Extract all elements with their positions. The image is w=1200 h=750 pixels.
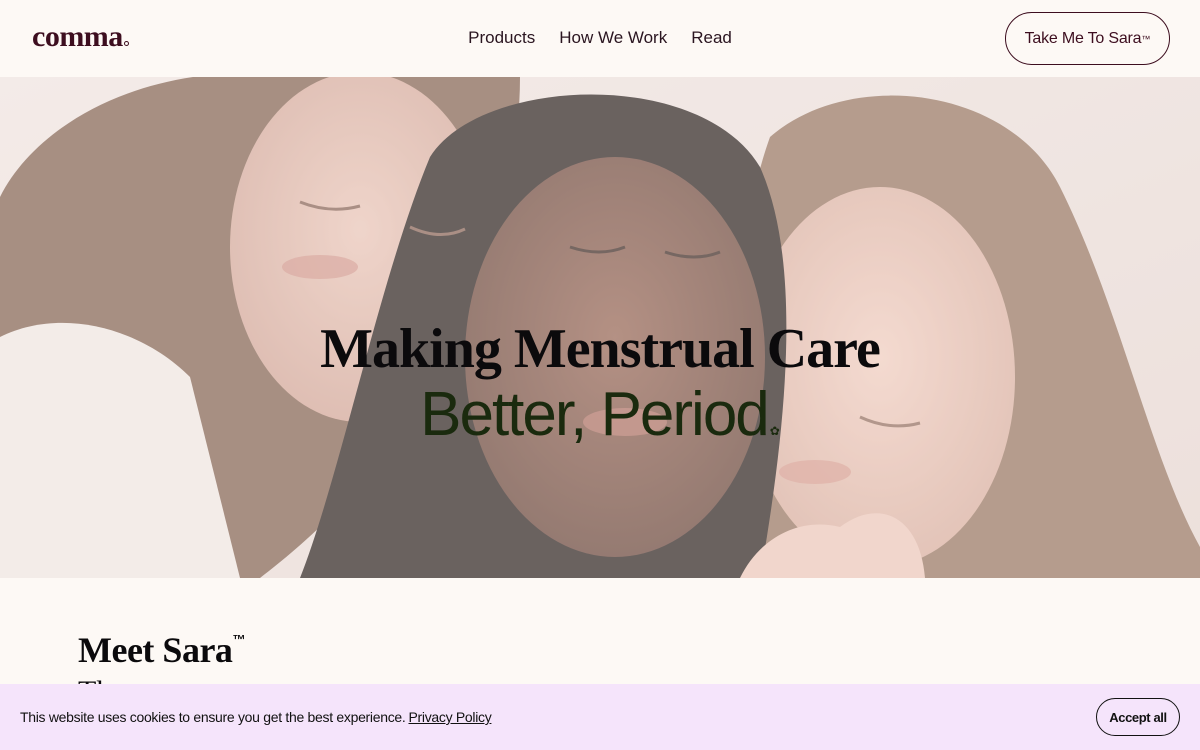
site-header: comma Products How We Work Read Take Me …	[0, 0, 1200, 77]
cookie-message-text: This website uses cookies to ensure you …	[20, 709, 406, 725]
take-me-to-sara-button[interactable]: Take Me To Sara ™	[1005, 12, 1170, 65]
hero-section: Making Menstrual Care Better, Period ✿	[0, 77, 1200, 578]
cookie-message: This website uses cookies to ensure you …	[20, 707, 492, 727]
meet-sara-text: Meet Sara	[78, 630, 233, 670]
meet-sara-heading: Meet Sara™	[78, 618, 245, 672]
accept-all-button[interactable]: Accept all	[1096, 698, 1180, 736]
cookie-banner: This website uses cookies to ensure you …	[0, 684, 1200, 750]
cta-label: Take Me To Sara	[1024, 29, 1142, 47]
hero-subtitle-text: Better, Period	[420, 380, 770, 449]
nav-products[interactable]: Products	[468, 27, 535, 49]
privacy-policy-link[interactable]: Privacy Policy	[408, 709, 491, 725]
hero-title: Making Menstrual Care	[320, 318, 881, 380]
hero-subtitle: Better, Period ✿	[0, 380, 1200, 466]
nav-read[interactable]: Read	[691, 27, 732, 49]
flower-icon: ✿	[769, 424, 780, 438]
trademark-symbol: ™	[232, 632, 246, 647]
nav-how-we-work[interactable]: How We Work	[559, 27, 667, 49]
trademark-symbol: ™	[1141, 33, 1151, 44]
